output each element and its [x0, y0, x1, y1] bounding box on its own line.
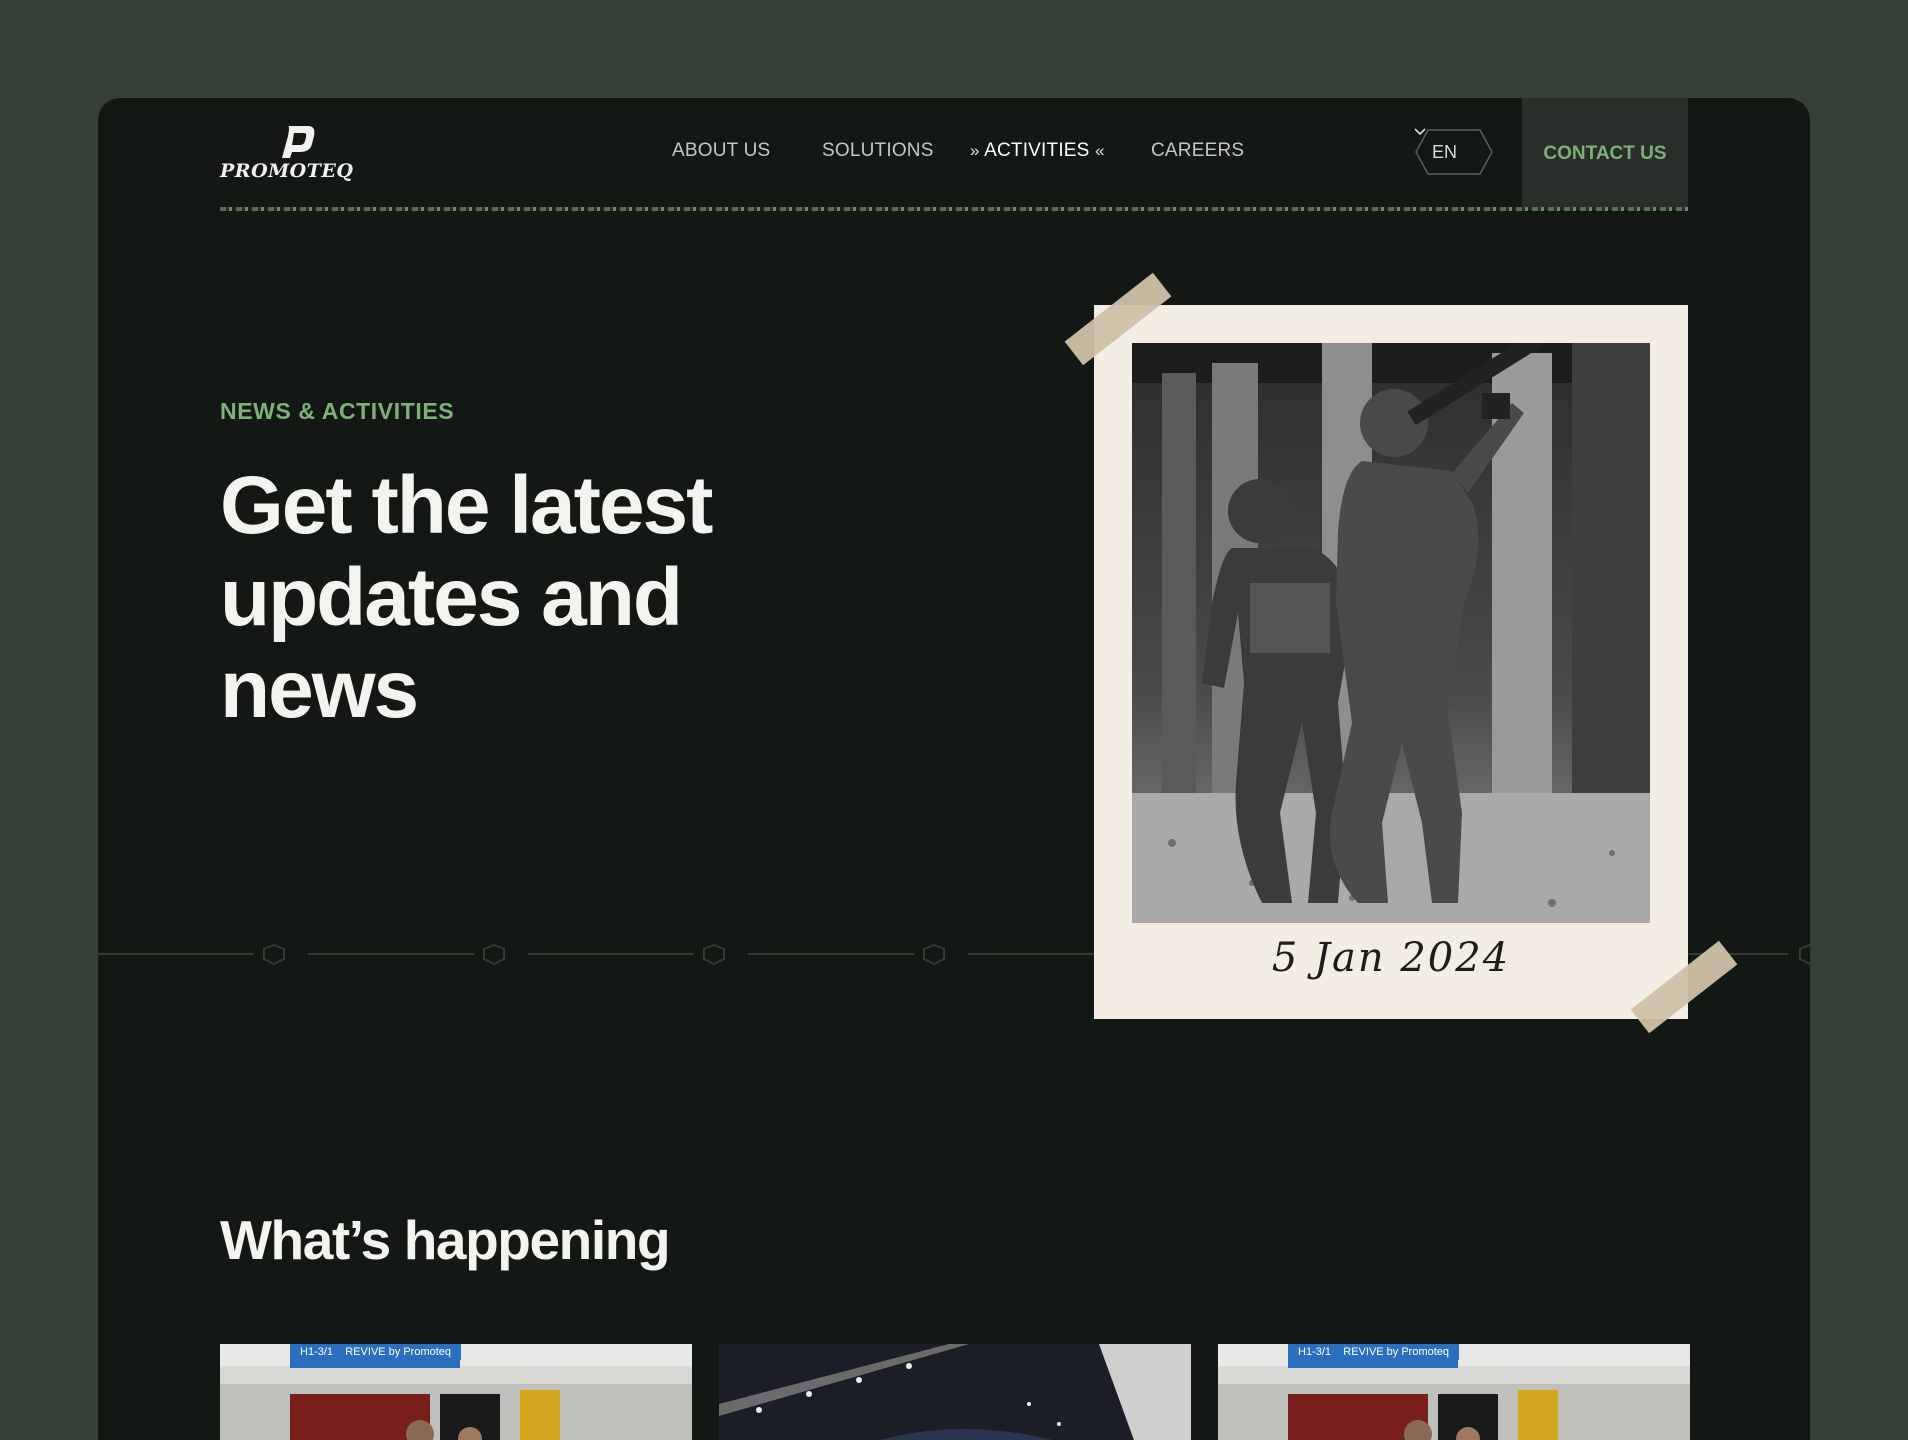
double-chevron-left-icon: « [1095, 141, 1105, 160]
hero-title: Get the latest updates and news [220, 460, 713, 735]
brand-logo[interactable]: PROMOTEQ [220, 124, 378, 184]
hero-photo [1132, 343, 1650, 923]
nav-about-us[interactable]: ABOUT US [672, 140, 770, 162]
logo-mark-icon [282, 126, 315, 158]
news-card[interactable]: H1-3/1 REVIVE by Promoteq [220, 1344, 692, 1440]
brand-wordmark: PROMOTEQ [220, 160, 354, 182]
booth-text: REVIVE by Promoteq [1343, 1346, 1450, 1358]
booth-sign: H1-3/1 REVIVE by Promoteq [290, 1344, 462, 1360]
photo-caption: 5 Jan 2024 [1271, 935, 1511, 981]
chevron-down-icon [1414, 128, 1426, 136]
hero-polaroid: 5 Jan 2024 [1094, 305, 1688, 1019]
nav-careers[interactable]: CAREERS [1151, 140, 1244, 162]
nav-activities[interactable]: » ACTIVITIES « [970, 140, 1105, 162]
booth-code: H1-3/1 [1298, 1346, 1332, 1358]
hero-eyebrow: NEWS & ACTIVITIES [220, 398, 455, 424]
nav-divider [220, 207, 1688, 211]
language-label: EN [1432, 142, 1458, 162]
browser-window: PROMOTEQ ABOUT US SOLUTIONS » ACTIVITIES… [98, 98, 1810, 1440]
booth-code: H1-3/1 [300, 1346, 334, 1358]
booth-text: REVIVE by Promoteq [345, 1346, 452, 1358]
contact-us-button[interactable]: CONTACT US [1522, 98, 1688, 210]
nav-solutions[interactable]: SOLUTIONS [822, 140, 934, 162]
double-chevron-right-icon: » [970, 141, 980, 160]
language-selector[interactable]: EN [1414, 128, 1494, 176]
section-title: What’s happening [220, 1209, 671, 1271]
nav-activities-label: ACTIVITIES [984, 140, 1090, 161]
booth-sign: H1-3/1 REVIVE by Promoteq [1288, 1344, 1460, 1360]
news-card-image [719, 1344, 1191, 1440]
news-card[interactable] [719, 1344, 1191, 1440]
news-card[interactable]: H1-3/1 REVIVE by Promoteq [1218, 1344, 1690, 1440]
